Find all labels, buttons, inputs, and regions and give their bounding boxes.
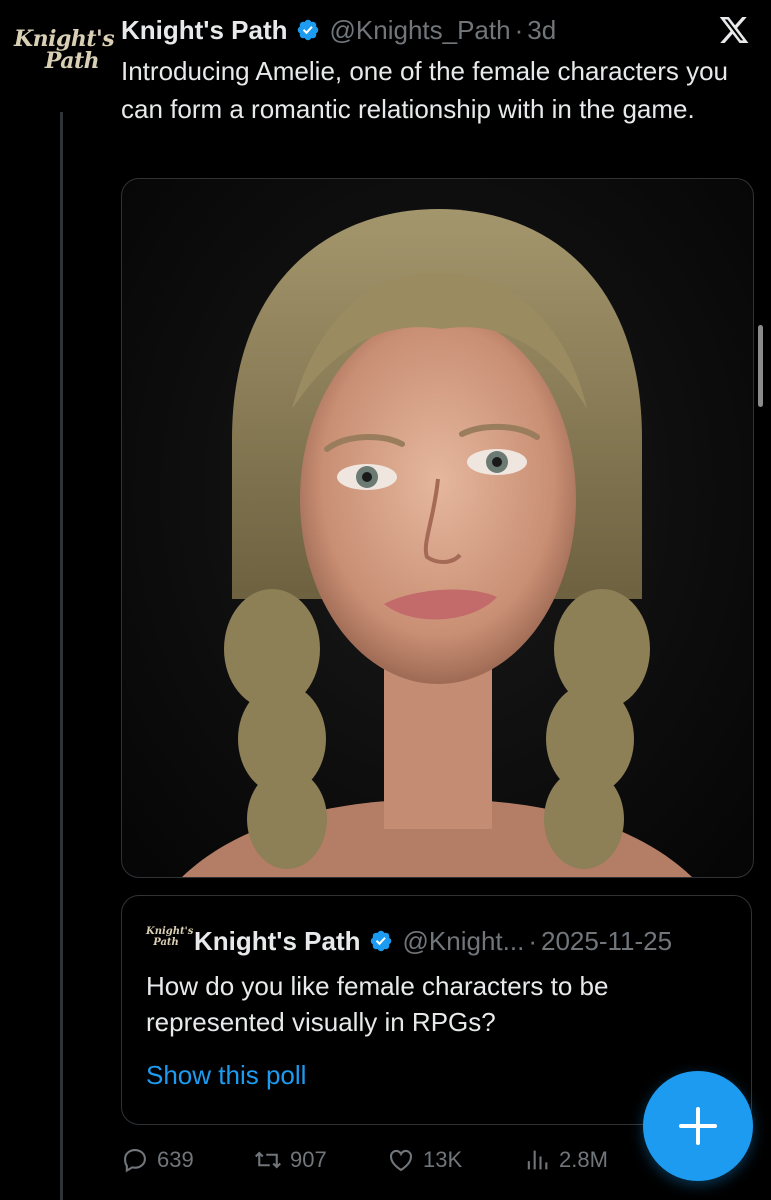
quoted-post-text: How do you like female characters to be …	[146, 971, 609, 1037]
verified-badge-icon	[297, 19, 318, 41]
scrollbar[interactable]	[758, 325, 763, 407]
reply-icon	[124, 1149, 146, 1173]
avatar-logo: Knight's Path	[14, 26, 115, 74]
views-count: 2.8M	[559, 1147, 608, 1172]
reply-button[interactable]: 639	[121, 1146, 194, 1174]
post-text: Introducing Amelie, one of the female ch…	[121, 56, 729, 124]
portrait-image	[182, 209, 692, 877]
quoted-avatar-line1: Knight's	[146, 926, 194, 937]
quoted-post-header: Knight's Path Knight's Path @Knight... ·…	[146, 924, 672, 958]
avatar-logo-line1: Knight's	[14, 26, 115, 52]
repost-icon	[255, 1151, 281, 1169]
views-icon	[527, 1150, 548, 1170]
quoted-author-name: Knight's Path	[194, 925, 361, 956]
author-handle[interactable]: @Knights_Path	[330, 15, 511, 46]
heart-icon	[390, 1149, 412, 1172]
quoted-time-separator: ·	[528, 925, 537, 956]
like-count: 13K	[423, 1147, 463, 1172]
compose-button[interactable]	[643, 1071, 753, 1181]
post-header: Knight's Path @Knights_Path · 3d	[121, 12, 556, 48]
views-button[interactable]: 2.8M	[523, 1146, 608, 1174]
reply-count: 639	[157, 1147, 194, 1172]
repost-count: 907	[290, 1147, 327, 1172]
show-poll-link[interactable]: Show this poll	[146, 1060, 306, 1091]
quoted-post-date: 2025-11-25	[540, 925, 673, 956]
like-button[interactable]: 13K	[387, 1146, 462, 1174]
quoted-avatar-line2: Path	[153, 937, 179, 948]
author-avatar[interactable]: Knight's Path	[14, 26, 115, 104]
post-time[interactable]: 3d	[527, 15, 556, 46]
quoted-author-avatar: Knight's Path	[146, 926, 194, 956]
time-separator: ·	[514, 14, 524, 45]
verified-badge-icon	[370, 930, 391, 952]
author-name[interactable]: Knight's Path	[121, 15, 288, 46]
quoted-author-handle: @Knight...	[402, 925, 525, 956]
plus-icon	[679, 1107, 717, 1145]
thread-line	[60, 112, 63, 1200]
post-media-image[interactable]	[121, 178, 754, 878]
avatar-logo-line2: Path	[44, 48, 100, 74]
repost-button[interactable]: 907	[254, 1146, 327, 1174]
x-logo-icon[interactable]	[717, 14, 751, 46]
